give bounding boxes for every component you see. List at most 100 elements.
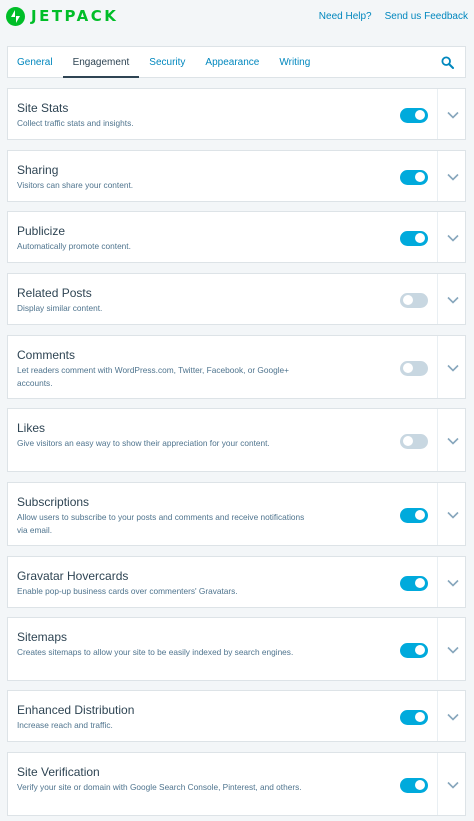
chevron-down-icon[interactable] <box>446 646 460 654</box>
module-text: Sharing Visitors can share your content. <box>17 163 307 192</box>
module-description: Give visitors an easy way to show their … <box>17 438 270 448</box>
module-toggle[interactable] <box>400 709 428 725</box>
chevron-down-icon[interactable] <box>446 579 460 587</box>
toggle-knob <box>415 510 425 520</box>
card-divider <box>437 89 438 139</box>
module-title: Enhanced Distribution <box>17 703 135 717</box>
chevron-down-icon[interactable] <box>446 713 460 721</box>
module-title: Sharing <box>17 163 59 177</box>
module-description: Collect traffic stats and insights. <box>17 118 134 128</box>
module-card-enhanced-distribution: Enhanced Distribution Increase reach and … <box>7 690 466 742</box>
module-card-comments: Comments Let readers comment with WordPre… <box>7 335 466 399</box>
module-title: Gravatar Hovercards <box>17 569 129 583</box>
module-text: Site Stats Collect traffic stats and insi… <box>17 101 307 130</box>
card-divider <box>437 753 438 815</box>
module-text: Related Posts Display similar content. <box>17 286 307 315</box>
module-description: Verify your site or domain with Google S… <box>17 782 302 792</box>
chevron-down-icon[interactable] <box>446 296 460 304</box>
module-toggle[interactable] <box>400 107 428 123</box>
chevron-down-icon[interactable] <box>446 781 460 789</box>
card-divider <box>437 691 438 741</box>
module-card-publicize: Publicize Automatically promote content. <box>7 211 466 263</box>
module-text: Subscriptions Allow users to subscribe to… <box>17 495 307 536</box>
module-toggle[interactable] <box>400 777 428 793</box>
module-description: Display similar content. <box>17 303 103 313</box>
module-toggle[interactable] <box>400 230 428 246</box>
toggle-knob <box>415 110 425 120</box>
module-title: Subscriptions <box>17 495 90 509</box>
module-title: Likes <box>17 421 46 435</box>
module-card-site-stats: Site Stats Collect traffic stats and insi… <box>7 88 466 140</box>
module-title: Site Verification <box>17 765 100 779</box>
module-card-subscriptions: Subscriptions Allow users to subscribe to… <box>7 482 466 546</box>
tab-engagement[interactable]: Engagement <box>62 47 140 78</box>
toggle-knob <box>415 578 425 588</box>
module-title: Related Posts <box>17 286 92 300</box>
toggle-knob <box>403 436 413 446</box>
toggle-knob <box>403 363 413 373</box>
tab-security[interactable]: Security <box>139 47 195 77</box>
module-text: Site Verification Verify your site or dom… <box>17 765 307 794</box>
module-toggle[interactable] <box>400 292 428 308</box>
masthead: JETPACK Need Help? Send us Feedback <box>0 0 474 32</box>
module-description: Automatically promote content. <box>17 241 131 251</box>
module-title: Publicize <box>17 224 66 238</box>
module-title: Comments <box>17 348 76 362</box>
module-card-sitemaps: Sitemaps Creates sitemaps to allow your s… <box>7 617 466 681</box>
module-description: Enable pop-up business cards over commen… <box>17 586 238 596</box>
module-text: Comments Let readers comment with WordPre… <box>17 348 307 389</box>
jetpack-bolt-icon <box>6 6 25 26</box>
chevron-down-icon[interactable] <box>446 364 460 372</box>
tab-general[interactable]: General <box>8 47 63 77</box>
logo-text: JETPACK <box>31 7 119 25</box>
toggle-knob <box>415 780 425 790</box>
toggle-knob <box>415 172 425 182</box>
card-divider <box>437 618 438 680</box>
module-text: Enhanced Distribution Increase reach and … <box>17 703 307 732</box>
module-card-site-verification: Site Verification Verify your site or dom… <box>7 752 466 816</box>
module-card-gravatar-hovercards: Gravatar Hovercards Enable pop-up busines… <box>7 556 466 608</box>
chevron-down-icon[interactable] <box>446 111 460 119</box>
chevron-down-icon[interactable] <box>446 234 460 242</box>
search-icon <box>440 55 454 69</box>
card-divider <box>437 212 438 262</box>
header-links: Need Help? Send us Feedback <box>319 11 468 22</box>
section-nav: General Engagement Security Appearance W… <box>7 46 466 78</box>
module-toggle[interactable] <box>400 169 428 185</box>
module-toggle[interactable] <box>400 642 428 658</box>
module-description: Let readers comment with WordPress.com, … <box>17 365 289 388</box>
tab-appearance[interactable]: Appearance <box>195 47 269 77</box>
card-divider <box>437 409 438 471</box>
tab-writing[interactable]: Writing <box>269 47 320 77</box>
card-divider <box>437 483 438 545</box>
module-toggle[interactable] <box>400 575 428 591</box>
toggle-knob <box>415 233 425 243</box>
module-title: Sitemaps <box>17 630 68 644</box>
module-text: Gravatar Hovercards Enable pop-up busines… <box>17 569 307 598</box>
send-feedback-link[interactable]: Send us Feedback <box>385 11 468 22</box>
card-divider <box>437 336 438 398</box>
chevron-down-icon[interactable] <box>446 173 460 181</box>
module-text: Publicize Automatically promote content. <box>17 224 307 253</box>
chevron-down-icon[interactable] <box>446 437 460 445</box>
module-toggle[interactable] <box>400 360 428 376</box>
chevron-down-icon[interactable] <box>446 511 460 519</box>
module-card-sharing: Sharing Visitors can share your content. <box>7 150 466 202</box>
module-toggle[interactable] <box>400 433 428 449</box>
jetpack-logo[interactable]: JETPACK <box>6 6 119 26</box>
card-divider <box>437 151 438 201</box>
card-divider <box>437 274 438 324</box>
module-description: Allow users to subscribe to your posts a… <box>17 512 305 535</box>
module-description: Visitors can share your content. <box>17 180 134 190</box>
module-toggle[interactable] <box>400 507 428 523</box>
search-button[interactable] <box>429 47 465 77</box>
card-divider <box>437 557 438 607</box>
toggle-knob <box>403 295 413 305</box>
need-help-link[interactable]: Need Help? <box>319 11 372 22</box>
module-description: Creates sitemaps to allow your site to b… <box>17 647 294 657</box>
module-card-likes: Likes Give visitors an easy way to show t… <box>7 408 466 472</box>
module-description: Increase reach and traffic. <box>17 720 113 730</box>
toggle-knob <box>415 645 425 655</box>
toggle-knob <box>415 712 425 722</box>
module-card-related-posts: Related Posts Display similar content. <box>7 273 466 325</box>
